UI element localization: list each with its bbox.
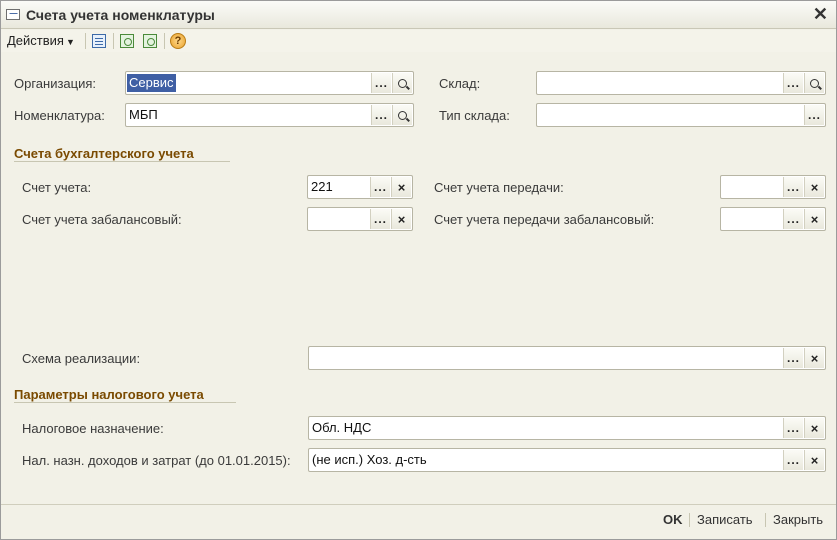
tax-purpose-value: Обл. НДС: [312, 420, 372, 435]
organization-field[interactable]: Сервис ...: [125, 71, 414, 95]
income-expense-purpose-field[interactable]: (не исп.) Хоз. д-сть ... ×: [308, 448, 826, 472]
search-icon: [398, 110, 407, 120]
close-button[interactable]: Закрыть: [773, 512, 823, 527]
account-select-button[interactable]: ...: [370, 177, 390, 197]
form-body: Организация: Сервис ... Склад: ... Номен…: [4, 54, 833, 501]
transfer-account-label: Счет учета передачи:: [434, 180, 564, 195]
organization-select-button[interactable]: ...: [371, 73, 391, 93]
transfer-account-select-button[interactable]: ...: [783, 177, 803, 197]
offbalance-account-field[interactable]: ... ×: [307, 207, 413, 231]
nomenclature-open-button[interactable]: [392, 105, 412, 125]
tax-purpose-label: Налоговое назначение:: [22, 421, 164, 436]
income-expense-purpose-label: Нал. назн. доходов и затрат (до 01.01.20…: [22, 453, 291, 468]
accounting-section-title: Счета бухгалтерского учета: [14, 146, 194, 161]
dialog-window: Счета учета номенклатуры ✕ Действия ▼ ? О…: [0, 0, 837, 540]
save-button[interactable]: Записать: [697, 512, 753, 527]
ok-button[interactable]: OK: [663, 512, 683, 527]
dropdown-arrow-icon: ▼: [65, 37, 75, 47]
toolbar: Действия ▼ ?: [1, 30, 836, 52]
offbalance-account-select-button[interactable]: ...: [370, 209, 390, 229]
copy-button[interactable]: [90, 32, 108, 50]
reread-button[interactable]: [141, 32, 159, 50]
section-divider: [14, 402, 236, 403]
sale-scheme-select-button[interactable]: ...: [783, 348, 803, 368]
offbalance-account-label: Счет учета забалансовый:: [22, 212, 182, 227]
tax-purpose-field[interactable]: Обл. НДС ... ×: [308, 416, 826, 440]
reread-icon: [143, 34, 157, 48]
tax-section-title: Параметры налогового учета: [14, 387, 204, 402]
nomenclature-field[interactable]: МБП ...: [125, 103, 414, 127]
sale-scheme-label: Схема реализации:: [22, 351, 141, 366]
toolbar-separator: [113, 33, 114, 49]
command-separator: [689, 513, 690, 527]
transfer-offbalance-account-select-button[interactable]: ...: [783, 209, 803, 229]
tax-purpose-select-button[interactable]: ...: [783, 418, 803, 438]
warehouse-label: Склад:: [439, 76, 481, 91]
transfer-offbalance-account-field[interactable]: ... ×: [720, 207, 826, 231]
actions-label: Действия: [7, 33, 64, 48]
income-expense-purpose-clear-button[interactable]: ×: [804, 450, 824, 470]
search-icon: [810, 78, 819, 88]
warehouse-open-button[interactable]: [804, 73, 824, 93]
sale-scheme-clear-button[interactable]: ×: [804, 348, 824, 368]
window-title: Счета учета номенклатуры: [26, 7, 215, 23]
section-divider: [14, 161, 230, 162]
account-field[interactable]: 221 ... ×: [307, 175, 413, 199]
warehouse-select-button[interactable]: ...: [783, 73, 803, 93]
refresh-button[interactable]: [118, 32, 136, 50]
organization-label: Организация:: [14, 76, 97, 91]
transfer-offbalance-account-label: Счет учета передачи забалансовый:: [434, 212, 655, 227]
organization-value: Сервис: [127, 74, 176, 92]
close-window-button[interactable]: ✕: [813, 5, 828, 23]
warehouse-type-field[interactable]: ...: [536, 103, 826, 127]
transfer-offbalance-account-clear-button[interactable]: ×: [804, 209, 824, 229]
search-icon: [398, 78, 407, 88]
sale-scheme-field[interactable]: ... ×: [308, 346, 826, 370]
organization-open-button[interactable]: [392, 73, 412, 93]
nomenclature-value: МБП: [129, 107, 158, 122]
help-button[interactable]: ?: [169, 32, 187, 50]
income-expense-purpose-select-button[interactable]: ...: [783, 450, 803, 470]
help-icon: ?: [170, 33, 186, 49]
warehouse-type-select-button[interactable]: ...: [804, 105, 824, 125]
account-value: 221: [311, 179, 333, 194]
nomenclature-label: Номенклатура:: [14, 108, 105, 123]
transfer-account-clear-button[interactable]: ×: [804, 177, 824, 197]
account-label: Счет учета:: [22, 180, 92, 195]
actions-menu[interactable]: Действия ▼: [7, 33, 75, 48]
form-icon: [6, 9, 20, 20]
offbalance-account-clear-button[interactable]: ×: [391, 209, 411, 229]
refresh-icon: [120, 34, 134, 48]
nomenclature-select-button[interactable]: ...: [371, 105, 391, 125]
income-expense-purpose-value: (не исп.) Хоз. д-сть: [312, 452, 427, 467]
toolbar-separator: [85, 33, 86, 49]
account-clear-button[interactable]: ×: [391, 177, 411, 197]
toolbar-separator: [164, 33, 165, 49]
warehouse-field[interactable]: ...: [536, 71, 826, 95]
document-icon: [92, 34, 106, 48]
warehouse-type-label: Тип склада:: [439, 108, 510, 123]
tax-purpose-clear-button[interactable]: ×: [804, 418, 824, 438]
command-bar: OK Записать Закрыть: [1, 504, 836, 532]
transfer-account-field[interactable]: ... ×: [720, 175, 826, 199]
title-bar: Счета учета номенклатуры ✕: [1, 1, 836, 29]
command-separator: [765, 513, 766, 527]
